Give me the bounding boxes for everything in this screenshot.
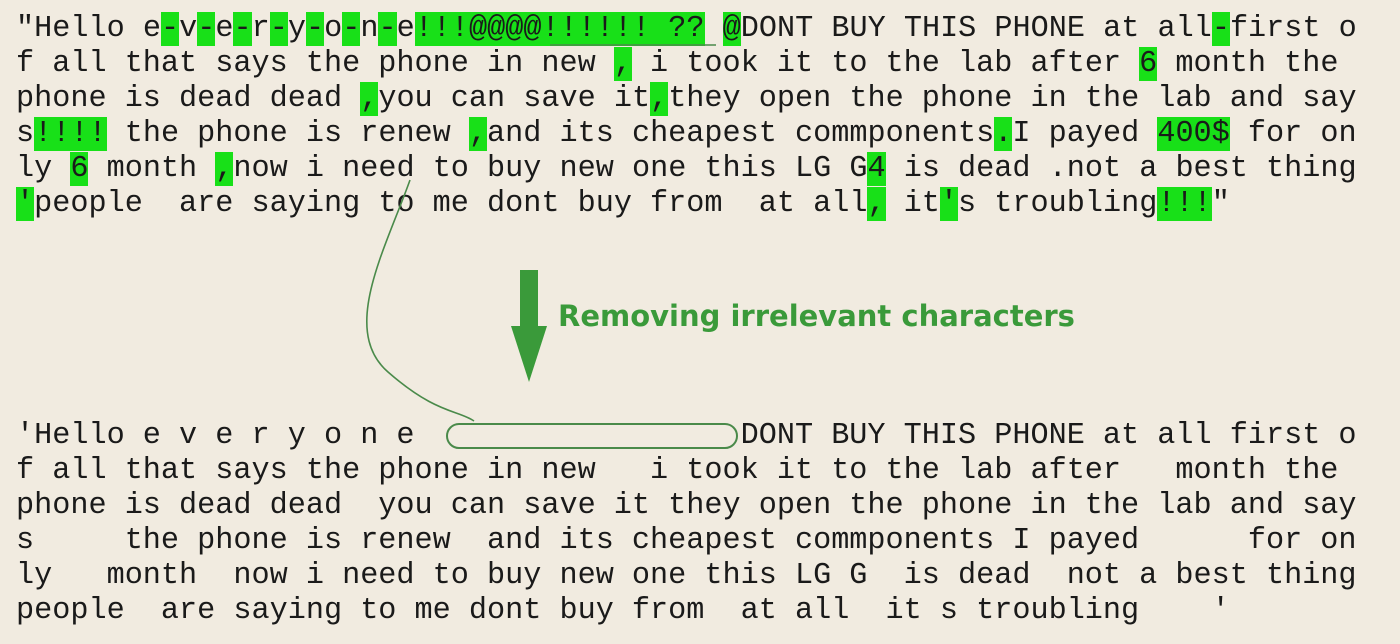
- original-text-block: "Hello e-v-e-r-y-o-n-e!!!@@@@!!!!!! ?? @…: [16, 12, 1357, 222]
- text-segment: e: [215, 12, 234, 46]
- highlighted-char: ,: [613, 47, 632, 81]
- text-segment: y: [287, 12, 306, 46]
- text-segment: DONT BUY THIS PHONE at all: [740, 12, 1212, 46]
- highlighted-char: -: [233, 12, 252, 46]
- highlighted-char: -: [342, 12, 361, 46]
- cleaned-text-line: phone is dead dead you can save it they …: [16, 489, 1357, 523]
- text-segment: i took it to the lab after: [631, 47, 1140, 81]
- down-arrow-icon: [511, 270, 547, 382]
- text-segment: now i need to buy new one this LG G: [233, 152, 868, 186]
- text-segment: ": [1211, 187, 1230, 221]
- highlighted-char: -: [1211, 12, 1230, 46]
- highlighted-char: ,: [867, 187, 886, 221]
- original-text-line: 'people are saying to me dont buy from a…: [16, 187, 1230, 221]
- cleaned-text-line: ly month now i need to buy new one this …: [16, 559, 1357, 593]
- original-text-line: s!!!! the phone is renew ,and its cheape…: [16, 117, 1357, 151]
- original-text-line: f all that says the phone in new , i too…: [16, 47, 1338, 81]
- text-segment: ly: [16, 152, 71, 186]
- highlighted-char: !!!@@@@!!!!!! ??: [414, 12, 705, 46]
- highlighted-char: -: [269, 12, 288, 46]
- text-segment: month: [88, 152, 216, 186]
- arrow-shaft: [520, 270, 538, 332]
- text-segment: e: [142, 12, 161, 46]
- text-segment: you can save it: [378, 82, 651, 116]
- highlighted-char: 6: [70, 152, 89, 186]
- text-segment: f all that says the phone in new: [16, 47, 614, 81]
- text-segment: s troubling: [958, 187, 1158, 221]
- step-caption: Removing irrelevant characters: [558, 299, 1075, 333]
- highlighted-char: ,: [468, 117, 488, 151]
- highlighted-char: @: [722, 12, 741, 46]
- text-segment: they open the phone in the lab and say: [668, 82, 1357, 116]
- text-segment: "Hello: [16, 12, 143, 46]
- highlighted-char: 4: [867, 152, 886, 186]
- highlighted-char: -: [160, 12, 180, 46]
- cleaned-text-line: f all that says the phone in new i took …: [16, 454, 1339, 488]
- highlighted-char: -: [197, 12, 216, 46]
- highlighted-char: ,: [360, 82, 379, 116]
- text-segment: and its cheapest commponents: [487, 117, 995, 151]
- text-segment: n: [360, 12, 379, 46]
- text-segment: first o: [1229, 12, 1357, 46]
- original-text-line: "Hello e-v-e-r-y-o-n-e!!!@@@@!!!!!! ?? @…: [16, 12, 1357, 46]
- text-segment: I payed: [1012, 117, 1158, 151]
- highlighted-char: ': [939, 187, 959, 221]
- text-segment: for on: [1229, 117, 1357, 151]
- highlighted-char: !!!: [1157, 187, 1212, 221]
- highlighted-char: 6: [1139, 47, 1158, 81]
- arrow-head: [511, 326, 547, 382]
- text-segment: it: [885, 187, 940, 221]
- highlighted-char: ,: [650, 82, 669, 116]
- text-segment: r: [251, 12, 270, 46]
- highlighted-char: !!!!: [34, 117, 107, 151]
- original-text-line: ly 6 month ,now i need to buy new one th…: [16, 152, 1357, 186]
- highlighted-char: -: [305, 12, 325, 46]
- highlighted-char: ,: [215, 152, 234, 186]
- text-segment: month the: [1157, 47, 1339, 81]
- cleaned-text-line: s the phone is renew and its cheapest co…: [16, 524, 1357, 558]
- highlighted-char: .: [994, 117, 1013, 151]
- highlighted-char: 400$: [1157, 117, 1230, 151]
- text-segment: e: [396, 12, 415, 46]
- text-segment: people are saying to me dont buy from at…: [34, 187, 868, 221]
- cleaned-text-line: 'Hello e v e r y o n e DONT BUY THIS PHO…: [16, 419, 1357, 453]
- text-segment: [705, 12, 723, 46]
- text-segment: phone is dead dead: [16, 82, 361, 116]
- cleaned-text-line: people are saying to me dont buy from at…: [16, 594, 1230, 628]
- text-segment: s: [16, 117, 35, 151]
- text-segment: v: [179, 12, 198, 46]
- original-text-line: phone is dead dead ,you can save it,they…: [16, 82, 1357, 116]
- highlighted-char: ': [16, 187, 35, 221]
- text-segment: the phone is renew: [106, 117, 469, 151]
- text-segment: o: [324, 12, 343, 46]
- text-segment: is dead .not a best thing: [885, 152, 1357, 186]
- cleaned-text-block: 'Hello e v e r y o n e DONT BUY THIS PHO…: [16, 419, 1357, 629]
- diagram-canvas: "Hello e-v-e-r-y-o-n-e!!!@@@@!!!!!! ?? @…: [0, 0, 1400, 644]
- highlighted-char: -: [378, 12, 397, 46]
